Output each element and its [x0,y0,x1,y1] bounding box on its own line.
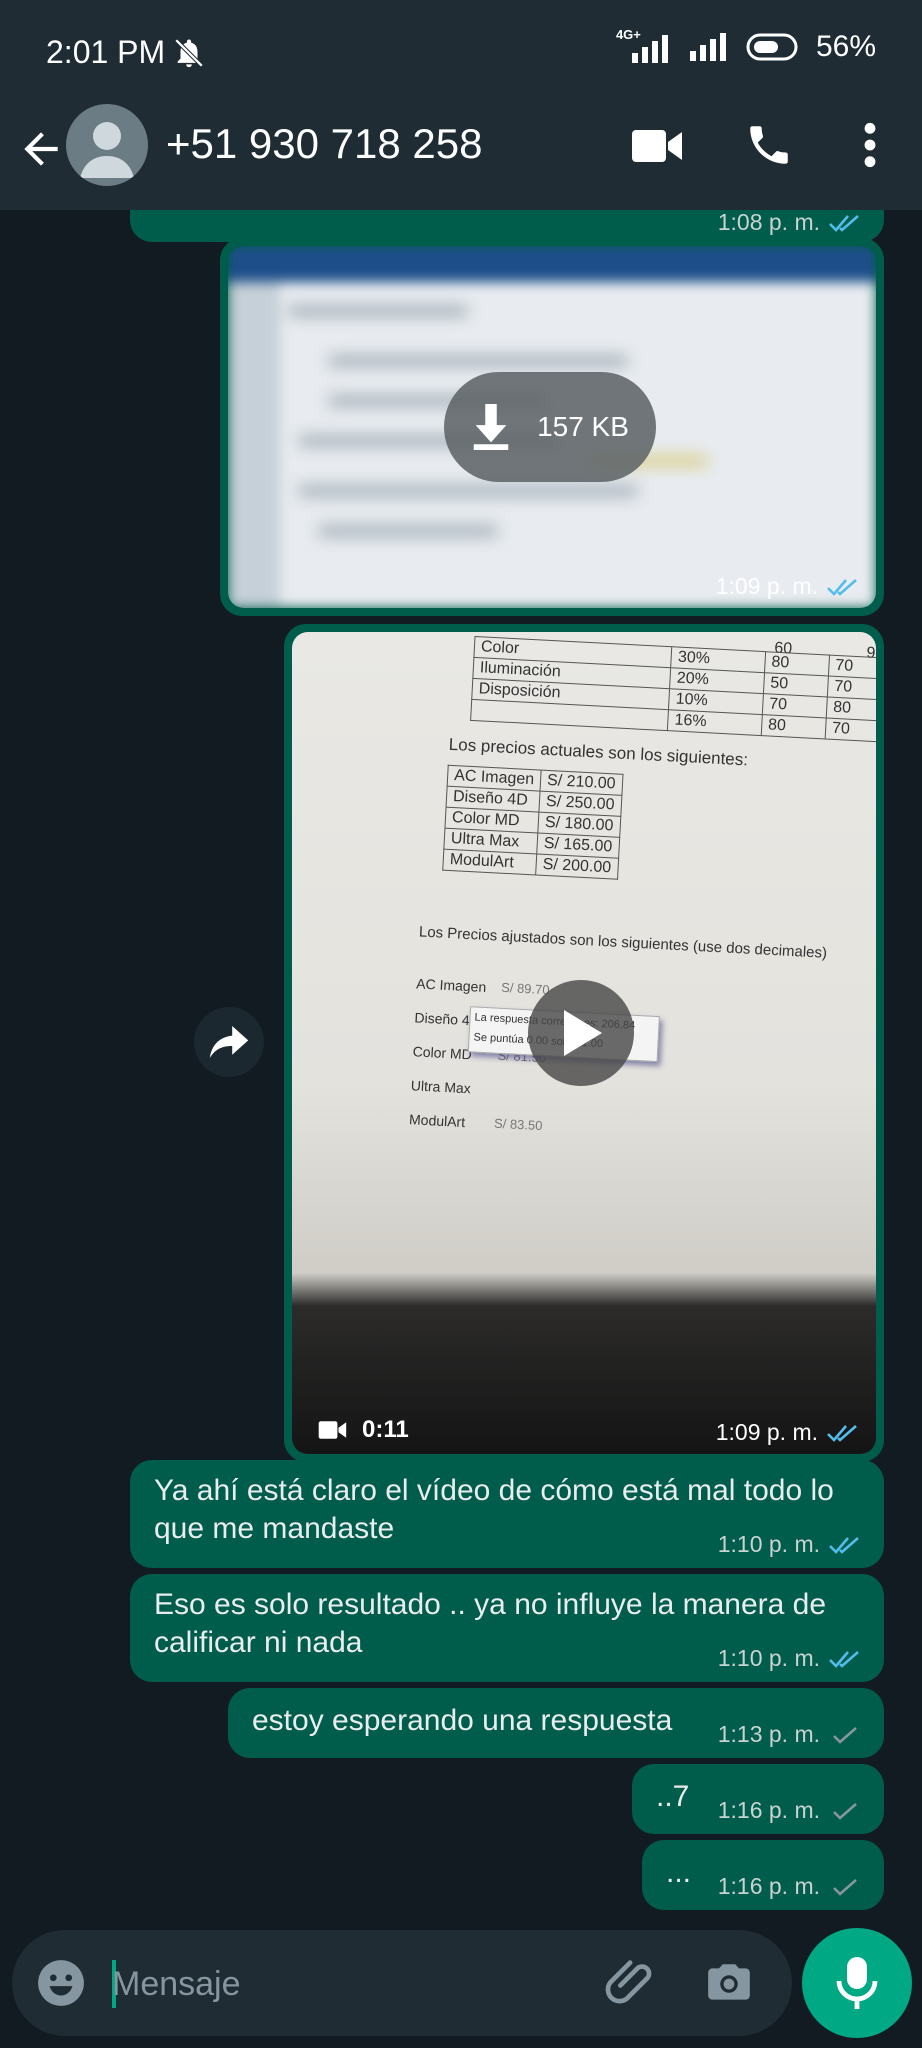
more-options-icon[interactable] [858,120,882,170]
download-icon [473,404,509,450]
message-time: 1:09 p. m. [715,573,818,599]
message-bubble[interactable]: ... 1:16 p. m. [642,1840,884,1910]
read-ticks-icon [827,578,857,596]
message-time: 1:08 p. m. [717,210,820,235]
video-camera-icon [318,1421,347,1439]
message-bubble[interactable]: estoy esperando una respuesta 1:13 p. m. [228,1688,884,1758]
sent-tick-icon [833,1878,857,1896]
message-input[interactable] [112,1956,592,2012]
forward-icon [209,1026,249,1058]
sent-tick-icon [833,1802,857,1820]
message-time: 1:13 p. m. [717,1721,820,1747]
sent-tick-icon [833,1726,857,1744]
current-prices-table: AC Imagen S/ 210.00 Diseño 4D S/ 250.00 Co… [442,765,623,880]
read-ticks-icon [829,214,859,232]
message-time: 1:10 p. m. [717,1531,820,1557]
image-preview[interactable]: 157 KB 1:09 p. m. [228,246,876,608]
current-prices-heading: Los precios actuales son los siguientes: [448,734,749,770]
play-icon [564,1010,602,1056]
status-bar: 2:01 PM 4G+ 56% [0,0,922,100]
battery-percent: 56% [815,30,876,63]
signal-icon [689,33,726,61]
message-meta: 1:10 p. m. [718,1531,862,1558]
message-meta: 1:08 p. m. [718,210,862,236]
default-avatar-icon [80,122,134,178]
message-text: ... [666,1856,692,1889]
image-message[interactable]: 157 KB 1:09 p. m. [220,238,884,616]
phone-icon[interactable] [744,120,794,170]
download-button[interactable]: 157 KB [444,372,656,482]
message-meta: 1:09 p. m. [716,1419,860,1446]
camera-icon[interactable] [704,1958,754,2008]
message-time: 1:16 p. m. [717,1873,820,1899]
video-message[interactable]: 60 90 Color 30% 80 70 Iluminación 20% 50 70 Di… [284,624,884,1462]
signal-4g-icon: 4G+ [616,27,676,63]
video-duration-text: 0:11 [362,1416,409,1443]
message-time: 1:09 p. m. [715,1419,818,1445]
emoji-icon[interactable] [36,1958,86,2008]
video-thumbnail[interactable]: 60 90 Color 30% 80 70 Iluminación 20% 50 70 Di… [292,632,876,1454]
message-bubble[interactable]: ..7 1:16 p. m. [632,1764,884,1834]
status-time: 2:01 PM [46,34,166,70]
download-size: 157 KB [537,411,629,442]
read-ticks-icon [827,1424,857,1442]
forward-button[interactable] [194,1007,264,1077]
message-text: ..7 [656,1780,690,1813]
microphone-icon [836,1957,878,2009]
message-bubble[interactable]: Eso es solo resultado .. ya no influye l… [130,1574,884,1682]
message-meta: 1:13 p. m. [718,1721,862,1748]
play-button[interactable] [528,980,634,1086]
voice-message-button[interactable] [802,1928,912,2038]
status-indicators: 4G+ 56% [616,27,876,64]
muted-bell-icon [174,38,204,68]
adjusted-prices-heading: Los Precios ajustados son los siguientes… [418,923,828,962]
chat-header: +51 930 718 258 [0,100,922,210]
chat-messages[interactable]: 1:08 p. m. 157 KB 1:09 p. m. 60 90 Color… [0,210,922,1930]
video-duration: 0:11 [316,1416,409,1444]
message-meta: 1:16 p. m. [718,1797,862,1824]
message-meta: 1:10 p. m. [718,1645,862,1672]
message-meta: 1:09 p. m. [716,573,860,600]
message-bubble[interactable]: Ya ahí está claro el vídeo de cómo está … [130,1460,884,1568]
message-composer [12,1930,792,2036]
read-ticks-icon [829,1536,859,1554]
back-arrow-icon[interactable] [16,124,66,174]
avatar[interactable] [66,104,148,186]
message-meta: 1:16 p. m. [718,1873,862,1900]
contact-name[interactable]: +51 930 718 258 [166,120,482,168]
video-call-icon[interactable] [632,126,684,166]
read-ticks-icon [829,1650,859,1668]
battery-icon [746,33,798,61]
message-time: 1:10 p. m. [717,1645,820,1671]
message-text: estoy esperando una respuesta [252,1704,673,1737]
attach-icon[interactable] [604,1954,660,2010]
message-time: 1:16 p. m. [717,1797,820,1823]
